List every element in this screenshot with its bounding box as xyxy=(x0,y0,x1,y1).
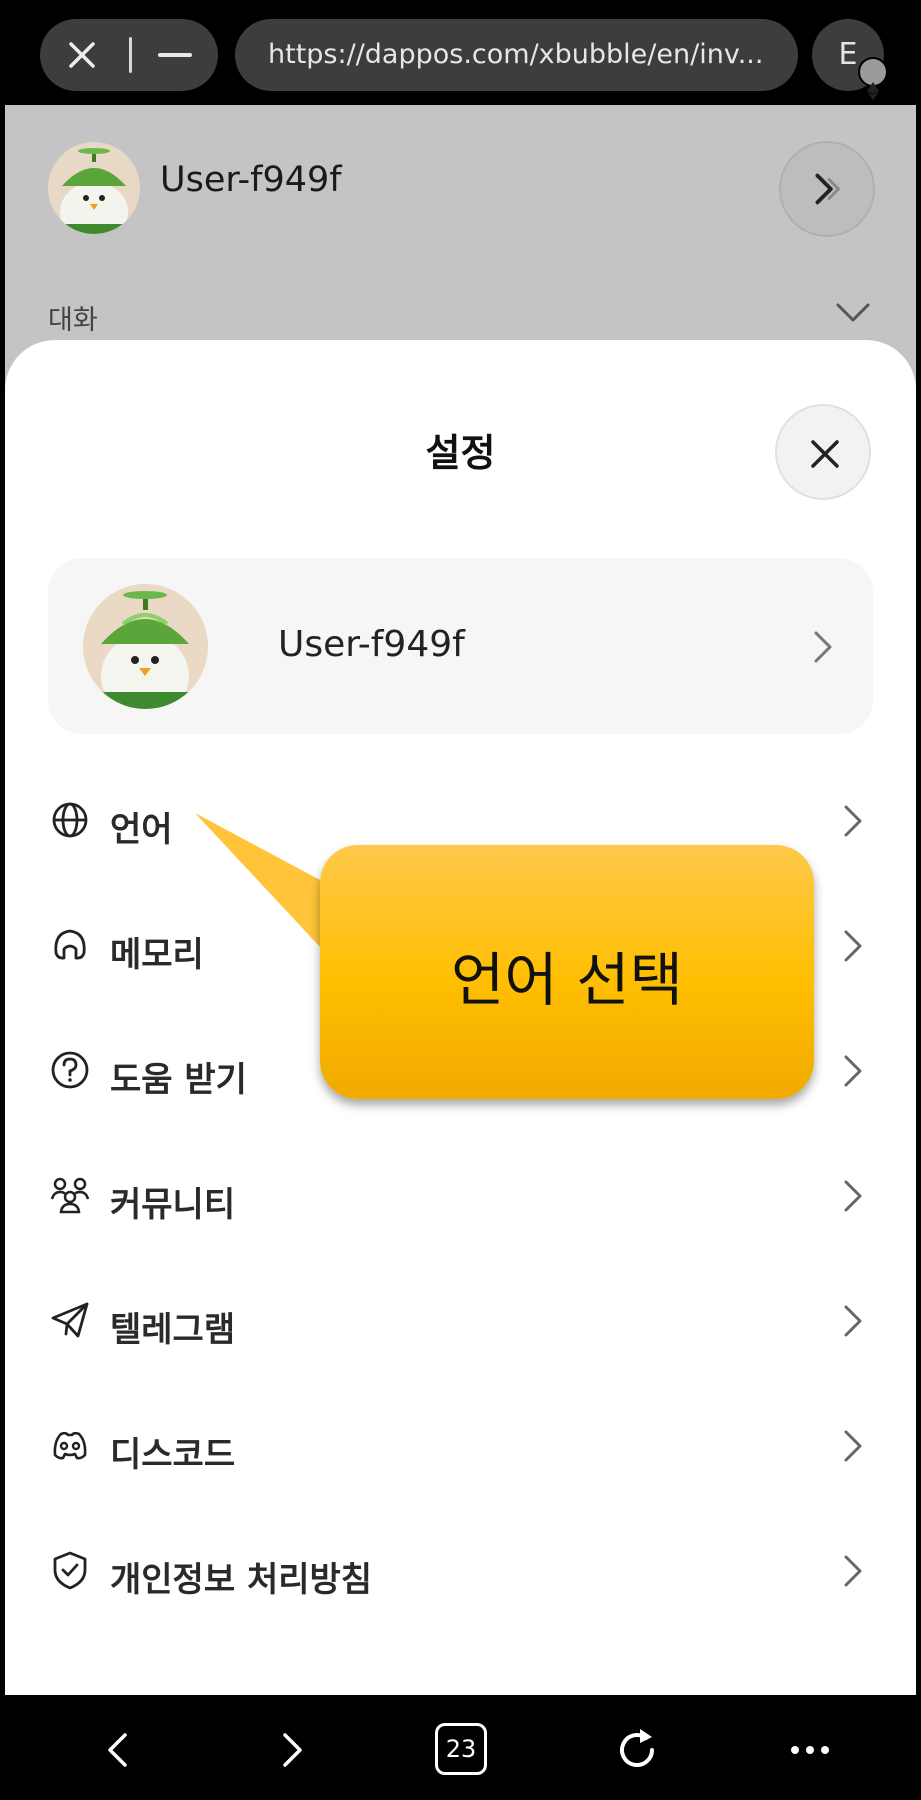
menu-item-label: 도움 받기 xyxy=(110,1060,247,1100)
app-frame: https://dappos.com/xbubble/en/inv... E U… xyxy=(5,5,916,1795)
menu-item-label: 언어 xyxy=(110,810,173,850)
section-label: 대화 xyxy=(48,305,98,336)
help-circle-icon xyxy=(51,1051,89,1089)
chevron-right-icon xyxy=(844,1180,862,1212)
expand-button[interactable] xyxy=(779,141,875,237)
chevron-right-icon xyxy=(844,1555,862,1587)
chevron-right-icon xyxy=(844,805,862,837)
telegram-icon xyxy=(51,1302,89,1338)
menu-item-community[interactable]: 커뮤니티 xyxy=(5,1145,916,1245)
chevron-right-icon xyxy=(844,1305,862,1337)
menu-item-label: 메모리 xyxy=(110,935,204,975)
browser-bottom-bar: 23 xyxy=(5,1695,916,1795)
username: User-f949f xyxy=(160,160,342,200)
more-icon[interactable] xyxy=(785,1725,835,1775)
callout-text: 언어 선택 xyxy=(451,946,683,1014)
avatar xyxy=(48,142,140,234)
menu-item-label: 텔레그램 xyxy=(110,1310,236,1350)
extension-label: E xyxy=(838,37,858,72)
menu-item-label: 디스코드 xyxy=(110,1435,236,1475)
tabs-button[interactable]: 23 xyxy=(435,1723,487,1775)
url-bar[interactable]: https://dappos.com/xbubble/en/inv... xyxy=(235,19,798,91)
chevron-right-icon xyxy=(844,1430,862,1462)
ethereum-icon xyxy=(858,57,888,100)
forward-icon[interactable] xyxy=(267,1725,317,1775)
menu-item-label: 커뮤니티 xyxy=(110,1185,236,1225)
back-icon[interactable] xyxy=(93,1725,143,1775)
window-controls xyxy=(40,19,218,91)
menu-item-telegram[interactable]: 텔레그램 xyxy=(5,1270,916,1370)
chevron-right-icon xyxy=(844,930,862,962)
menu-item-label: 개인정보 처리방침 xyxy=(110,1560,373,1600)
extension-button[interactable]: E xyxy=(812,19,888,100)
minimize-icon[interactable] xyxy=(158,53,192,57)
callout-box: 언어 선택 xyxy=(320,845,814,1099)
divider xyxy=(129,37,132,73)
menu-item-discord[interactable]: 디스코드 xyxy=(5,1395,916,1495)
profile-card[interactable]: User-f949f xyxy=(48,558,873,734)
reload-icon[interactable] xyxy=(612,1725,662,1775)
chevron-down-icon[interactable] xyxy=(835,301,871,325)
chevron-right-icon xyxy=(844,1055,862,1087)
avatar xyxy=(83,584,208,709)
browser-top-bar: https://dappos.com/xbubble/en/inv... E xyxy=(5,5,916,105)
community-icon xyxy=(50,1177,90,1214)
close-icon xyxy=(811,440,839,468)
close-icon[interactable] xyxy=(66,39,98,71)
menu-item-privacy-policy[interactable]: 개인정보 처리방침 xyxy=(5,1520,916,1620)
shield-check-icon xyxy=(53,1551,87,1590)
discord-icon xyxy=(53,1431,87,1460)
double-chevron-right-icon xyxy=(815,173,840,205)
globe-icon xyxy=(52,802,88,838)
brain-icon xyxy=(54,929,86,960)
profile-name: User-f949f xyxy=(278,624,465,665)
close-button[interactable] xyxy=(775,404,871,500)
chevron-right-icon xyxy=(814,631,832,663)
